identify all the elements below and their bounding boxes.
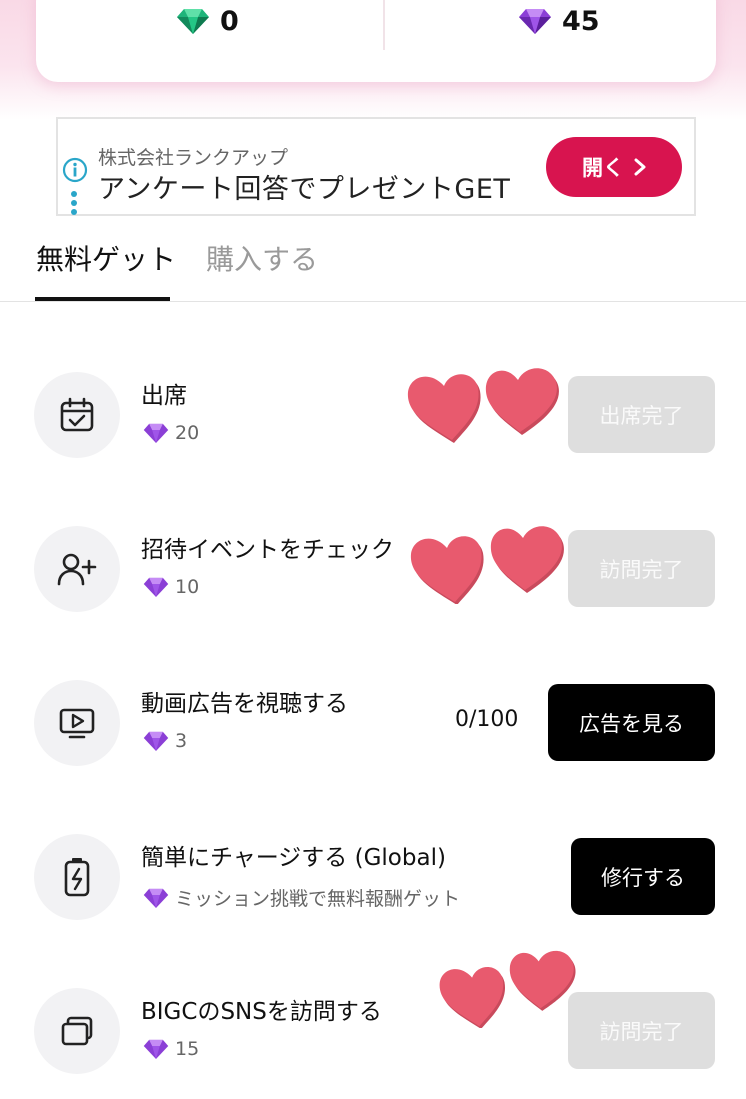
watch-ad-button[interactable]: 広告を見る: [548, 684, 715, 761]
gem-mission-screen: 0 45 株式会社ランクアップ アンケート回答でプレゼントGET 開く 無料ゲッ…: [0, 0, 746, 1099]
ad-sponsor: 株式会社ランクアップ: [98, 147, 289, 169]
mission-reward: 10: [143, 576, 199, 598]
ad-view-progress: 0/100: [455, 707, 519, 732]
more-options-icon[interactable]: [71, 191, 77, 218]
mission-icon: [34, 988, 120, 1074]
purple-gem-icon: [143, 731, 169, 751]
battery-charge-icon: [64, 858, 90, 897]
do-mission-button[interactable]: 修行する: [571, 838, 715, 915]
mission-title: 簡単にチャージする (Global): [141, 845, 446, 871]
visit-complete-button[interactable]: 訪問完了: [568, 992, 715, 1069]
info-icon[interactable]: [62, 157, 88, 183]
mission-title: BIGCのSNSを訪問する: [141, 999, 382, 1025]
visit-complete-button[interactable]: 訪問完了: [568, 530, 715, 607]
ad-open-label: 開く: [582, 156, 624, 180]
purple-gem-icon: [143, 1039, 169, 1059]
purple-gem-icon: [143, 423, 169, 443]
purple-gem-icon: [519, 9, 551, 34]
tab-purchase[interactable]: 購入する: [206, 238, 318, 278]
mission-easy-charge: 簡単にチャージする (Global) ミッション挑戦で無料報酬ゲット 修行する: [0, 832, 746, 922]
mission-title: 出席: [141, 383, 187, 409]
gem-balance-card: 0 45: [36, 0, 716, 82]
reward-amount: 3: [175, 730, 188, 752]
reward-amount: 10: [175, 576, 200, 598]
tab-bar: 無料ゲット 購入する: [0, 230, 746, 302]
reward-description: ミッション挑戦で無料報酬ゲット: [175, 888, 461, 910]
add-user-icon: [57, 553, 97, 586]
paid-gem-count: 45: [562, 5, 600, 37]
ad-headline: アンケート回答でプレゼントGET: [98, 174, 511, 205]
ad-open-button[interactable]: 開く: [546, 137, 682, 197]
free-gem-count: 0: [220, 5, 239, 37]
video-play-icon: [59, 708, 95, 739]
mission-reward: 20: [143, 422, 199, 444]
windows-stack-icon: [61, 1016, 93, 1046]
mission-attendance: 出席 20 出席完了: [0, 370, 746, 460]
free-gem-balance: 0: [176, 4, 239, 38]
mission-icon: [34, 834, 120, 920]
mission-icon: [34, 680, 120, 766]
balance-divider: [383, 0, 385, 50]
mission-reward: 3: [143, 730, 187, 752]
paid-gem-balance: 45: [518, 4, 600, 38]
purple-gem-icon: [143, 888, 169, 908]
tab-free-get[interactable]: 無料ゲット: [36, 238, 176, 278]
attendance-complete-button[interactable]: 出席完了: [568, 376, 715, 453]
calendar-check-icon: [60, 397, 94, 432]
reward-amount: 15: [175, 1038, 200, 1060]
mission-icon: [34, 526, 120, 612]
green-gem-icon: [177, 9, 209, 34]
mission-title: 動画広告を視聴する: [141, 691, 348, 717]
chevron-right-icon: [634, 158, 646, 176]
active-tab-indicator: [35, 297, 170, 301]
reward-amount: 20: [175, 422, 200, 444]
mission-title: 招待イベントをチェック: [141, 537, 394, 563]
mission-reward: ミッション挑戦で無料報酬ゲット: [143, 884, 460, 911]
mission-watch-video-ad: 動画広告を視聴する 3 0/100 広告を見る: [0, 678, 746, 768]
mission-icon: [34, 372, 120, 458]
ad-banner[interactable]: 株式会社ランクアップ アンケート回答でプレゼントGET 開く: [56, 117, 696, 216]
mission-visit-sns: BIGCのSNSを訪問する 15 訪問完了: [0, 986, 746, 1076]
mission-invite-event: 招待イベントをチェック 10 訪問完了: [0, 524, 746, 614]
mission-reward: 15: [143, 1038, 199, 1060]
purple-gem-icon: [143, 577, 169, 597]
